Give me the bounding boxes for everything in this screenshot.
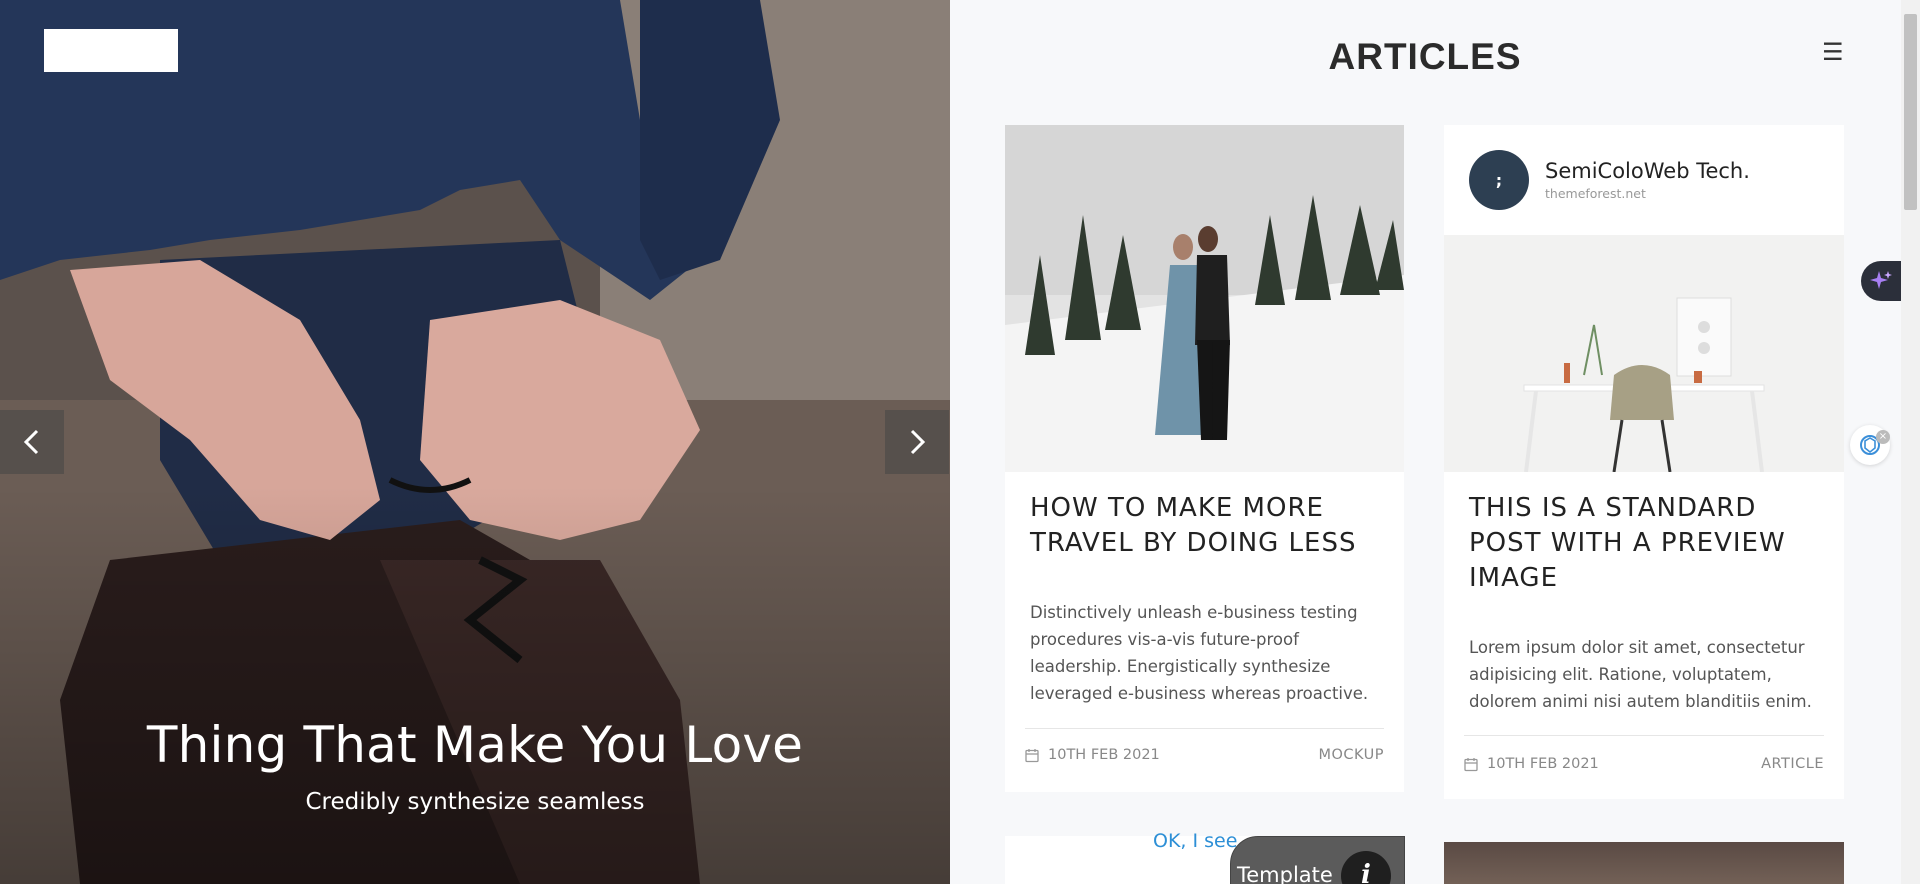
- desk-chair-photo: [1444, 235, 1844, 472]
- article-meta: 10TH FEB 2021 ARTICLE: [1464, 756, 1824, 772]
- hero-title: Thing That Make You Love: [146, 716, 804, 774]
- article-card[interactable]: ; SemiColoWeb Tech. themeforest.net THIS…: [1444, 125, 1844, 799]
- scrollbar-thumb[interactable]: [1904, 14, 1917, 210]
- author-name[interactable]: SemiColoWeb Tech.: [1545, 159, 1750, 183]
- slider-prev-button[interactable]: [0, 410, 64, 474]
- slider-next-button[interactable]: [885, 410, 949, 474]
- article-card-partial[interactable]: [1444, 842, 1844, 884]
- article-date: 10TH FEB 2021: [1025, 747, 1160, 763]
- article-date-text: 10TH FEB 2021: [1048, 747, 1160, 763]
- article-category[interactable]: ARTICLE: [1761, 756, 1824, 772]
- hamburger-menu-icon[interactable]: ☰: [1822, 38, 1844, 66]
- article-image[interactable]: [1005, 125, 1404, 472]
- divider: [1464, 735, 1824, 736]
- chevron-left-icon: [23, 429, 39, 455]
- calendar-icon: [1464, 757, 1478, 771]
- ok-dismiss-link[interactable]: OK, I see: [1153, 830, 1237, 852]
- calendar-icon: [1025, 748, 1039, 762]
- articles-section: ARTICLES ☰ HOW TO MAKE MORE TRAVEL BY DO…: [950, 0, 1900, 884]
- article-title[interactable]: HOW TO MAKE MORE TRAVEL BY DOING LESS: [1030, 491, 1384, 561]
- article-excerpt: Lorem ipsum dolor sit amet, consectetur …: [1469, 638, 1812, 711]
- article-category[interactable]: MOCKUP: [1318, 747, 1384, 763]
- chevron-right-icon: [910, 429, 926, 455]
- sparkle-icon: [1870, 271, 1892, 289]
- hero-subtitle: Credibly synthesize seamless: [305, 789, 645, 815]
- page-title: ARTICLES: [1328, 36, 1522, 77]
- couple-in-snow-photo: [1005, 125, 1404, 472]
- article-meta: 10TH FEB 2021 MOCKUP: [1025, 747, 1384, 763]
- ai-assistant-button[interactable]: [1861, 261, 1901, 301]
- article-card[interactable]: HOW TO MAKE MORE TRAVEL BY DOING LESS Di…: [1005, 125, 1404, 792]
- template-badge[interactable]: Template i: [1230, 836, 1405, 884]
- template-label: Template: [1237, 863, 1333, 884]
- article-excerpt: Distinctively unleash e-business testing…: [1030, 603, 1369, 703]
- author-info[interactable]: ; SemiColoWeb Tech. themeforest.net: [1469, 150, 1750, 210]
- article-date: 10TH FEB 2021: [1464, 756, 1599, 772]
- author-site[interactable]: themeforest.net: [1545, 186, 1750, 201]
- article-image[interactable]: [1444, 235, 1844, 472]
- article-date-text: 10TH FEB 2021: [1487, 756, 1599, 772]
- avatar[interactable]: ;: [1469, 150, 1529, 210]
- info-icon[interactable]: i: [1341, 851, 1391, 884]
- divider: [1025, 728, 1384, 729]
- article-title[interactable]: THIS IS A STANDARD POST WITH A PREVIEW I…: [1469, 491, 1824, 596]
- close-icon[interactable]: ×: [1876, 430, 1890, 444]
- hero-slider: Thing That Make You Love Credibly synthe…: [0, 0, 950, 884]
- site-logo[interactable]: [44, 29, 178, 72]
